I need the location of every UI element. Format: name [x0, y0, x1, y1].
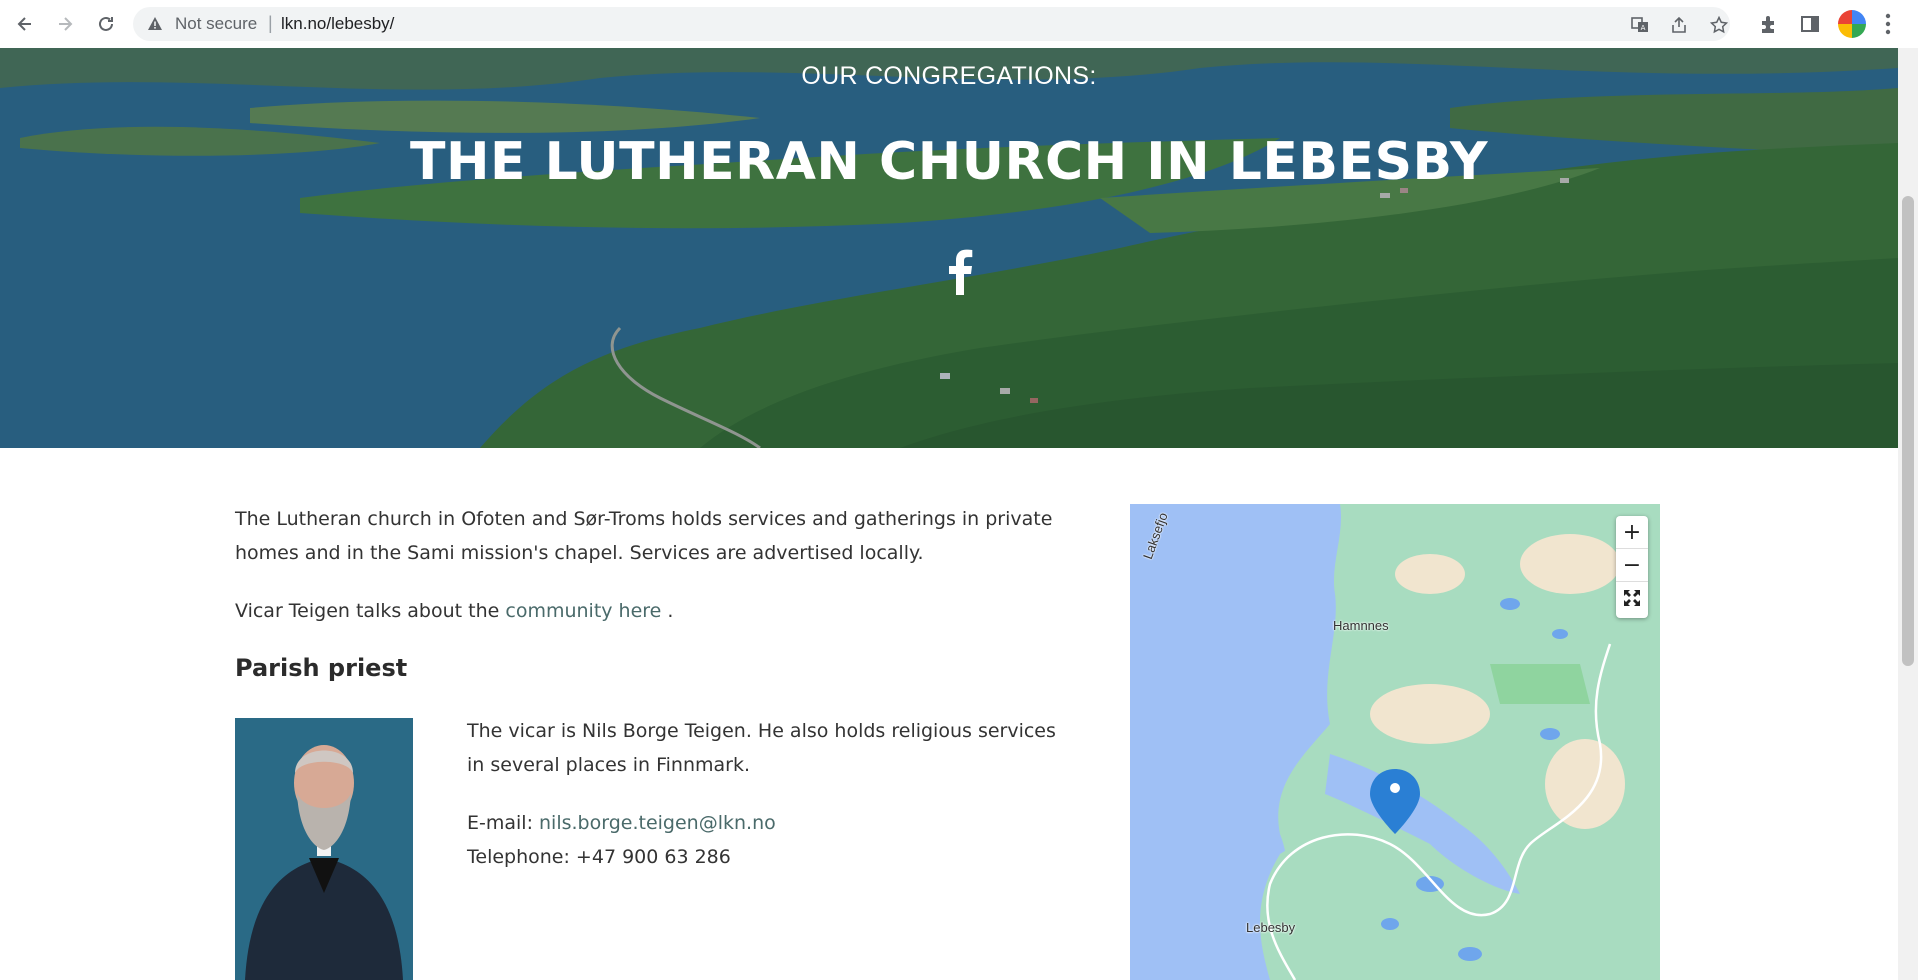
address-bar[interactable]: Not secure | lkn.no/lebesby/ A	[133, 7, 1730, 41]
hero-kicker: OUR CONGREGATIONS:	[801, 62, 1097, 90]
location-map[interactable]: Hamnnes Lebesby Laksefjo + −	[1130, 504, 1660, 980]
bio-text: The vicar is Nils Borge Teigen. He also …	[467, 720, 1056, 776]
intro-paragraph: The Lutheran church in Ofoten and Sør-Tr…	[235, 508, 1053, 564]
email-label: E-mail:	[467, 812, 540, 834]
parish-priest-heading: Parish priest	[235, 654, 408, 682]
zoom-in-button[interactable]: +	[1616, 516, 1648, 549]
map-label-hamnnes: Hamnnes	[1333, 618, 1389, 633]
contact-info: E-mail: nils.borge.teigen@lkn.no Telephon…	[467, 806, 1067, 874]
forward-button[interactable]	[51, 10, 79, 38]
map-label-lebesby: Lebesby	[1246, 920, 1296, 935]
url-text[interactable]: lkn.no/lebesby/	[281, 14, 394, 34]
phone-text: Telephone: +47 900 63 286	[467, 846, 731, 868]
warning-icon	[148, 17, 162, 30]
map-zoom-controls: + −	[1616, 516, 1648, 618]
more-vert-icon[interactable]	[1884, 12, 1892, 36]
priest-photo	[235, 718, 413, 980]
page-viewport: OUR CONGREGATIONS: THE LUTHERAN CHURCH I…	[0, 48, 1898, 980]
priest-bio: The vicar is Nils Borge Teigen. He also …	[467, 714, 1067, 874]
back-button[interactable]	[11, 10, 39, 38]
page-scrollbar[interactable]	[1898, 48, 1918, 980]
scroll-thumb[interactable]	[1902, 196, 1914, 666]
priest-portrait-image	[235, 718, 413, 980]
page-title: THE LUTHERAN CHURCH IN LEBESBY	[410, 132, 1488, 192]
hero-overlay	[0, 48, 1898, 448]
extensions-icon[interactable]	[1758, 13, 1780, 35]
url-separator: |	[268, 13, 273, 33]
security-status[interactable]: Not secure	[175, 14, 257, 34]
reload-icon	[99, 16, 113, 31]
arrow-right-icon	[59, 17, 73, 31]
community-paragraph: Vicar Teigen talks about the community h…	[235, 594, 1065, 628]
svg-text:A: A	[1641, 24, 1646, 32]
community-link[interactable]: community here	[505, 600, 661, 622]
hero-banner: OUR CONGREGATIONS: THE LUTHERAN CHURCH I…	[0, 48, 1898, 448]
facebook-icon[interactable]	[947, 249, 973, 295]
share-icon[interactable]	[1670, 16, 1688, 34]
map-canvas[interactable]	[1130, 504, 1660, 980]
star-icon[interactable]	[1710, 16, 1728, 34]
fullscreen-icon	[1624, 590, 1640, 606]
fullscreen-button[interactable]	[1616, 582, 1648, 614]
email-link[interactable]: nils.borge.teigen@lkn.no	[539, 812, 776, 834]
browser-toolbar: Not secure | lkn.no/lebesby/ A	[0, 0, 1918, 49]
translate-icon[interactable]: A	[1631, 16, 1649, 34]
side-panel-icon[interactable]	[1799, 13, 1821, 35]
profile-avatar[interactable]	[1838, 10, 1866, 38]
main-content: The Lutheran church in Ofoten and Sør-Tr…	[235, 502, 1065, 980]
zoom-out-button[interactable]: −	[1616, 549, 1648, 582]
community-prefix: Vicar Teigen talks about the	[235, 600, 506, 622]
community-suffix: .	[661, 600, 674, 622]
arrow-left-icon	[17, 17, 31, 31]
reload-button[interactable]	[92, 10, 120, 38]
